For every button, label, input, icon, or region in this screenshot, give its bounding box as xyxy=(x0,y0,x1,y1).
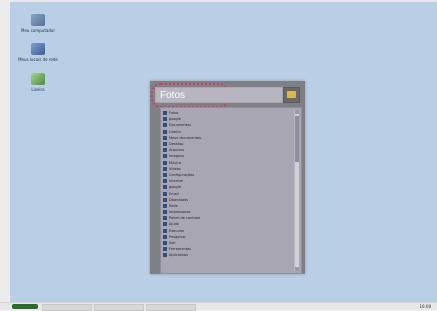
result-label: Downloads xyxy=(169,197,189,202)
run-icon xyxy=(163,228,167,233)
folder-icon xyxy=(163,148,167,153)
start-button[interactable] xyxy=(12,304,38,309)
open-folder-button[interactable] xyxy=(283,87,300,103)
result-label: Painel de controle xyxy=(169,216,201,221)
taskbar-button[interactable] xyxy=(94,304,144,311)
result-label: Desktop xyxy=(169,142,184,147)
search-icon xyxy=(163,234,167,239)
result-label: Imagens xyxy=(169,154,185,159)
desktop-icon-label: Meus locais de rede xyxy=(18,57,58,62)
results-list: Fotos google Documentos Lixeira Meus documen… xyxy=(163,110,288,271)
result-label: Email xyxy=(169,191,179,196)
document-icon xyxy=(163,135,167,140)
computer-icon xyxy=(31,14,45,26)
folder-icon xyxy=(287,91,296,98)
search-input[interactable] xyxy=(160,88,270,102)
search-box[interactable] xyxy=(155,87,283,103)
recycle-bin-icon xyxy=(163,129,167,134)
search-area xyxy=(151,83,303,108)
video-icon xyxy=(163,166,167,171)
desktop-icon xyxy=(163,142,167,147)
taskbar-button[interactable] xyxy=(42,304,92,311)
result-label: Impressoras xyxy=(169,210,191,215)
launcher-window: FotosgoogleDocumentosLixeiraMeus documen… xyxy=(150,81,305,274)
result-label: Aplicativos xyxy=(169,253,189,258)
result-label: Vídeos xyxy=(169,166,181,171)
taskbar-button[interactable] xyxy=(146,304,196,311)
result-label: Ferramentas xyxy=(169,247,192,252)
tools-icon xyxy=(163,247,167,252)
download-icon xyxy=(163,197,167,202)
result-label: Internet xyxy=(169,179,183,184)
globe-icon xyxy=(163,179,167,184)
mail-icon xyxy=(163,191,167,196)
folder-icon xyxy=(163,117,167,122)
recycle-bin-icon xyxy=(31,73,45,85)
network-icon xyxy=(163,203,167,208)
result-label: Sair xyxy=(169,241,176,246)
results-scrollbar[interactable] xyxy=(294,110,299,271)
result-label: Fotos xyxy=(169,111,179,116)
desktop-icon-meus-locais-de-rede[interactable]: Meus locais de rede xyxy=(18,43,58,62)
document-icon xyxy=(163,123,167,128)
desktop-icon-label: Lixeira xyxy=(31,87,45,92)
result-label: Configurações xyxy=(169,172,195,177)
result-label: Rede xyxy=(169,203,178,208)
result-label: Pesquisar xyxy=(169,234,186,239)
scroll-down-arrow-icon[interactable] xyxy=(295,267,299,271)
window-frame-left xyxy=(0,0,10,309)
gear-icon xyxy=(163,172,167,177)
image-icon xyxy=(163,154,167,159)
network-icon xyxy=(31,43,45,55)
music-icon xyxy=(163,160,167,165)
desktop-icon-lixeira[interactable]: Lixeira xyxy=(18,73,58,92)
screen: Meu computador Meus locais de rede Lixei… xyxy=(0,0,437,311)
desktop-icon-meu-computador[interactable]: Meu computador xyxy=(18,14,58,33)
result-label: Executar xyxy=(169,228,185,233)
folder-icon xyxy=(163,111,167,116)
results-panel: Fotos google Documentos Lixeira Meus documen… xyxy=(160,107,302,274)
result-label: Ajuda xyxy=(169,222,179,227)
globe-icon xyxy=(163,185,167,190)
result-label: Lixeira xyxy=(169,129,181,134)
scroll-up-arrow-icon[interactable] xyxy=(295,110,299,114)
result-label: Música xyxy=(169,160,182,165)
result-label: Meus documentos xyxy=(169,135,201,140)
exit-icon xyxy=(163,241,167,246)
apps-icon xyxy=(163,253,167,258)
result-label: Arquivos xyxy=(169,148,185,153)
control-panel-icon xyxy=(163,216,167,221)
result-label: google xyxy=(169,185,181,190)
scroll-thumb[interactable] xyxy=(295,116,299,162)
desktop-icon-label: Meu computador xyxy=(21,28,55,33)
result-label: google xyxy=(169,117,181,122)
printer-icon xyxy=(163,210,167,215)
taskbar-clock: 16:08 xyxy=(419,304,431,309)
result-item[interactable]: Aplicativos xyxy=(163,252,288,258)
result-label: Documentos xyxy=(169,123,192,128)
help-icon xyxy=(163,222,167,227)
